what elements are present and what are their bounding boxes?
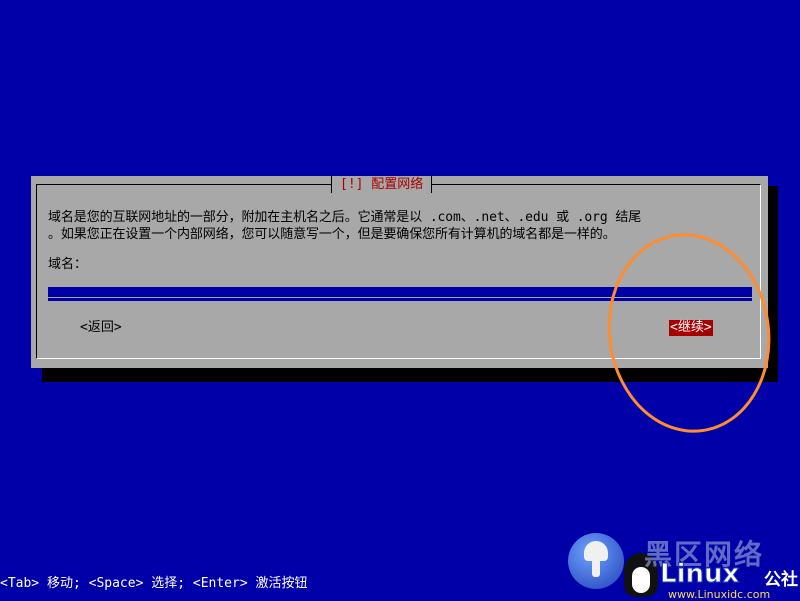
- watermark-url: www.Linuxidc.com: [668, 588, 771, 601]
- mushroom-stem-icon: [592, 559, 600, 577]
- watermark-top-text: 黑区网络: [644, 538, 765, 571]
- domain-input[interactable]: [48, 287, 752, 301]
- watermark-brand-suffix: 公社: [764, 570, 798, 590]
- watermark-brand: Linux: [659, 559, 740, 590]
- site-watermark: 黑区网络 Linux 公社 www.Linuxidc.com: [568, 533, 800, 601]
- penguin-icon: [624, 553, 658, 597]
- dialog-message: 域名是您的互联网地址的一部分，附加在主机名之后。它通常是以 .com、.net、…: [48, 209, 763, 243]
- message-line-2: 。如果您正在设置一个内部网络，您可以随意写一个，但是要确保您所有计算机的域名都是…: [48, 227, 616, 242]
- keyboard-help-statusbar: <Tab> 移动; <Space> 选择; <Enter> 激活按钮: [0, 576, 308, 591]
- message-line-1: 域名是您的互联网地址的一部分，附加在主机名之后。它通常是以 .com、.net、…: [48, 210, 642, 225]
- mushroom-icon: [584, 541, 608, 561]
- configure-network-dialog: [!] 配置网络 域名是您的互联网地址的一部分，附加在主机名之后。它通常是以 .…: [31, 176, 768, 368]
- domain-field-label: 域名：: [48, 257, 88, 272]
- watermark-logo-circle: [568, 533, 624, 589]
- continue-button[interactable]: <继续>: [669, 320, 713, 336]
- dialog-title: [!] 配置网络: [331, 176, 433, 193]
- penguin-belly: [632, 567, 650, 593]
- back-button[interactable]: <返回>: [79, 320, 123, 336]
